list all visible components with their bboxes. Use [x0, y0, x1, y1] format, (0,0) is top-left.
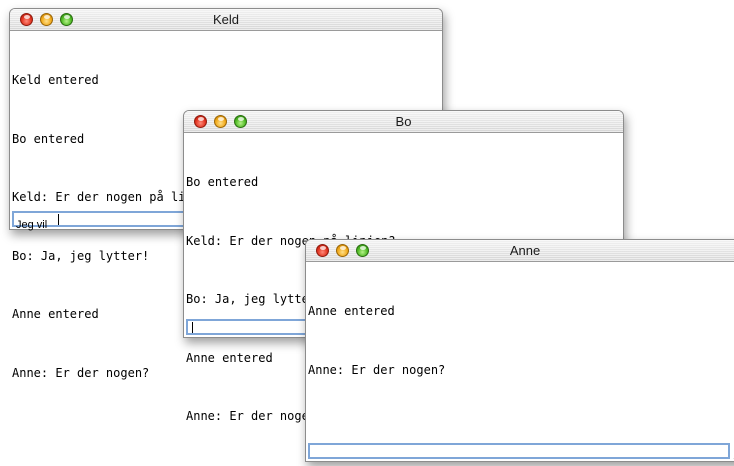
message-log: Anne entered Anne: Er der nogen?: [306, 263, 734, 419]
message-line: Keld entered: [12, 73, 99, 87]
window-title: Bo: [395, 114, 412, 129]
message-input[interactable]: [310, 451, 728, 463]
title-bar[interactable]: Keld: [10, 9, 442, 31]
window-title: Anne: [509, 243, 541, 258]
message-line: Anne: Er der nogen?: [308, 362, 446, 377]
message-line: Anne entered: [308, 304, 395, 318]
text-caret: [192, 322, 193, 333]
text-caret: [58, 214, 59, 225]
chat-window-anne[interactable]: Anne Anne entered Anne: Er der nogen?: [305, 239, 734, 463]
title-bar[interactable]: Bo: [184, 111, 623, 133]
message-line: Bo entered: [186, 175, 259, 189]
message-input-wrapper: [308, 443, 730, 463]
title-bar[interactable]: Anne: [306, 240, 734, 262]
window-title: Keld: [212, 12, 240, 27]
